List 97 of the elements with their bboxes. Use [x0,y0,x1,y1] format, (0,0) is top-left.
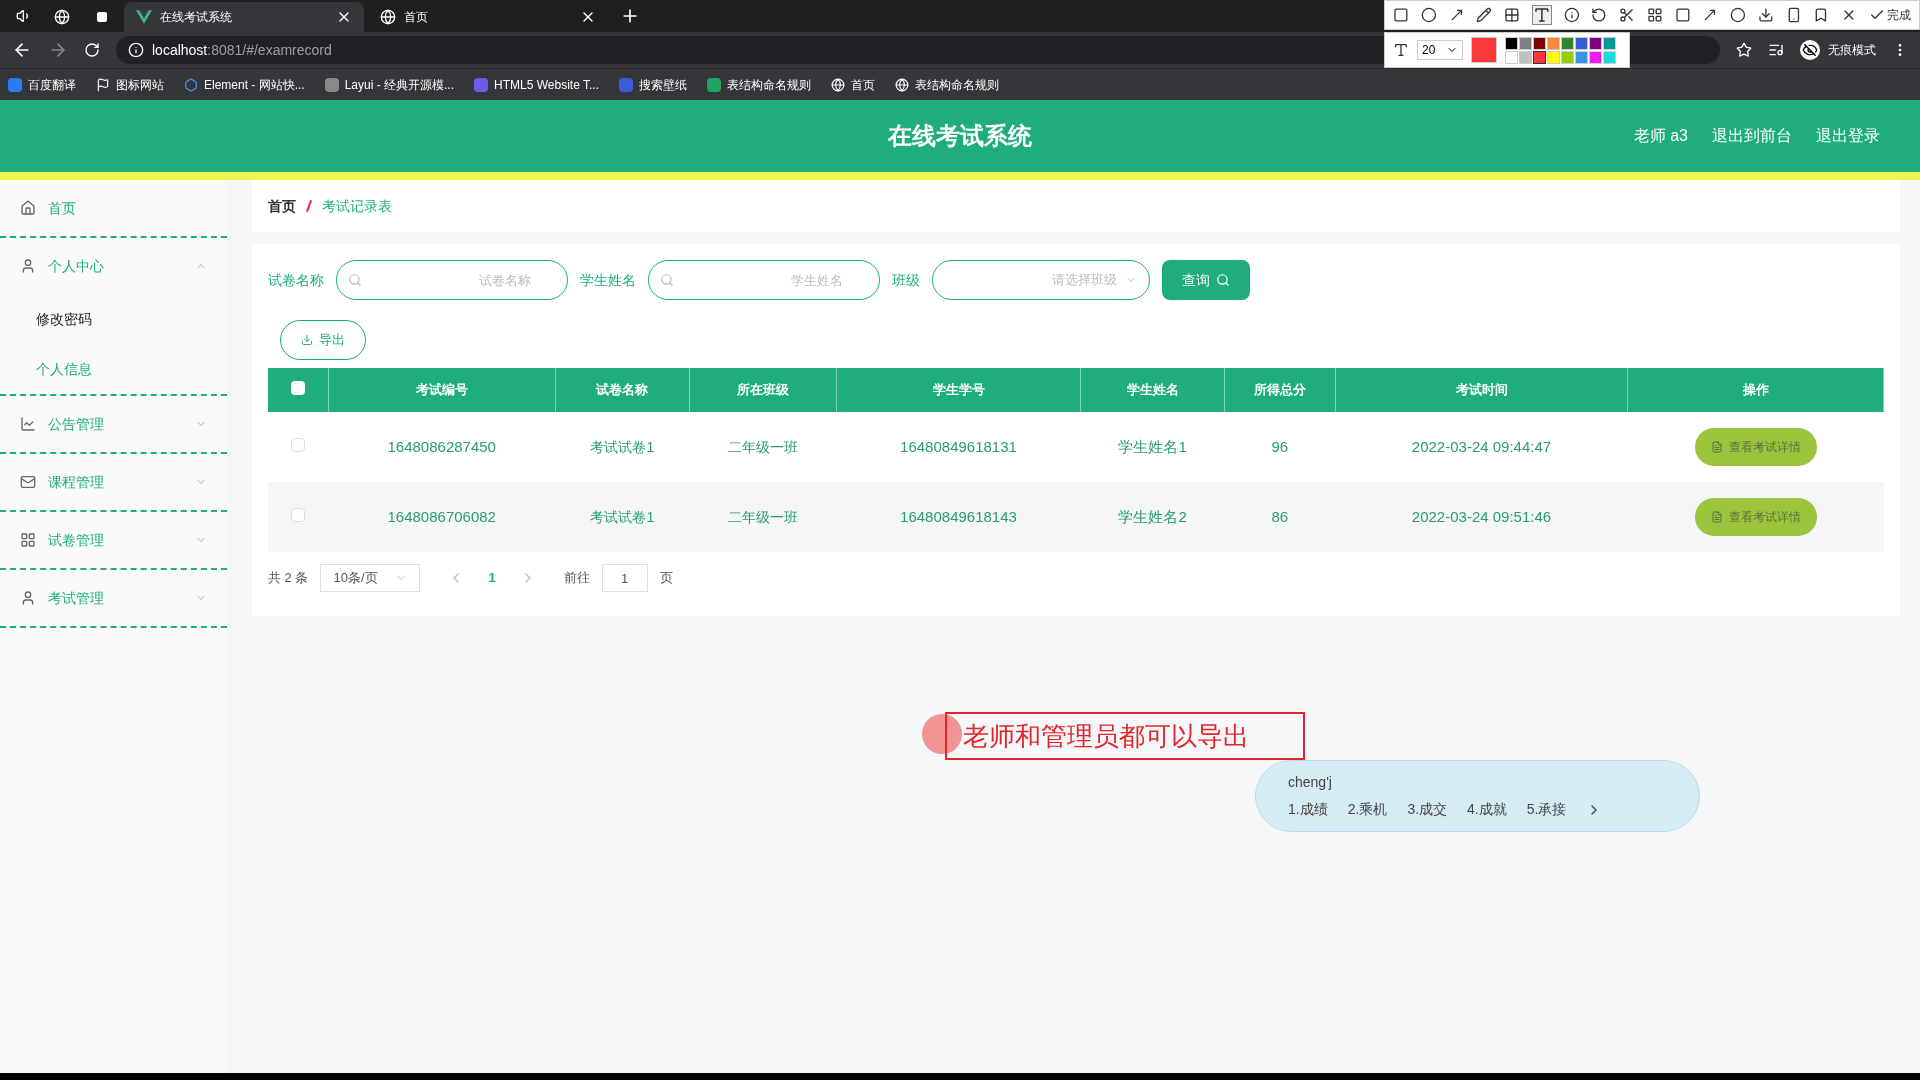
tab-title: 在线考试系统 [160,9,233,26]
document-icon [1710,511,1723,523]
color-swatch[interactable] [1533,50,1546,64]
globe-icon [831,77,845,92]
reload-icon[interactable] [84,42,100,58]
url-text: localhost:8081/#/examrecord [152,40,332,60]
table-cell: 96 [1224,412,1336,482]
bookmark[interactable]: 首页 [831,75,875,94]
rectangle-tool-icon[interactable] [1393,7,1409,23]
bookmark[interactable]: 表结构命名规则 [895,75,999,94]
filter-label: 班级 [892,270,920,290]
bookmark[interactable]: 表结构命名规则 [707,75,811,94]
user-icon [20,590,36,606]
table-cell: 1648086706082 [328,482,556,552]
breadcrumb-separator [306,200,312,212]
window-icon [94,11,110,23]
page-size-select[interactable]: 10条/页 [320,564,421,592]
header-checkbox[interactable] [290,380,305,395]
globe-icon [54,9,70,25]
download-icon [301,334,313,346]
search-icon [660,273,674,287]
user-icon [20,258,36,274]
search-field[interactable]: 学生姓名 [648,260,880,300]
download-icon[interactable] [1757,7,1774,23]
text-tool-icon[interactable] [1531,5,1552,25]
media-icon[interactable] [1768,42,1784,58]
font-icon [1393,42,1409,58]
current-color[interactable] [1471,37,1497,63]
filter-label: 学生姓名 [580,270,636,290]
bookmark[interactable]: 百度翻译 [8,75,76,94]
flag-icon [96,77,110,92]
hexagon-icon [184,77,198,92]
submenu-item[interactable]: 修改密码 [0,294,227,344]
ime-composition-text: cheng'j [1288,773,1332,792]
bookmark[interactable]: HTML5 Website T... [474,75,599,94]
search-field[interactable]: 试卷名称 [336,260,568,300]
row-checkbox[interactable] [291,507,305,522]
bookmark[interactable]: 图标网站 [96,75,164,94]
annotation-text: 老师和管理员都可以导出 [945,712,1305,760]
favicon-icon [474,77,489,92]
globe-icon [895,77,909,92]
bookmark[interactable]: Element - 网站快... [184,75,305,94]
table-cell: 16480849618131 [836,412,1081,482]
page-unit: 页 [659,569,673,588]
chart-icon [20,416,36,432]
table-cell: 学生姓名2 [1080,482,1225,552]
incognito-badge[interactable]: 无痕模式 [1800,40,1876,60]
star-icon[interactable] [1736,42,1752,58]
row-checkbox[interactable] [291,437,305,452]
document-icon [1710,441,1723,453]
table-cell: 考试试卷1 [555,412,690,482]
ime-candidate[interactable]: 2.乘机 [1347,799,1388,820]
table-cell: 学生姓名1 [1080,412,1225,482]
favicon-icon [619,77,633,92]
bookmark[interactable]: Layui - 经典开源模... [324,75,455,94]
cursor-highlight [922,714,962,754]
globe-icon [380,9,396,25]
tab-title: 首页 [404,9,429,26]
breadcrumb-item[interactable]: 首页 [268,195,296,217]
ime-candidate[interactable]: 5.承接 [1526,799,1567,820]
search-icon [348,273,362,287]
table-cell: 考试试卷1 [555,482,690,552]
goto-label: 前往 [563,569,590,588]
home-icon [20,200,36,216]
table-cell: 2022-03-24 09:44:47 [1335,412,1628,482]
vue-logo-icon [136,9,152,25]
total-count: 共 2 条 [268,569,309,588]
bookmark[interactable]: 搜索壁纸 [619,75,687,94]
done-button[interactable]: 完成 [1869,6,1911,24]
table-cell: 2022-03-24 09:51:46 [1335,482,1628,552]
mail-icon [20,474,36,490]
font-size-select[interactable]: 20 [1417,40,1463,60]
ime-candidate[interactable]: 3.成交 [1407,799,1448,820]
favicon-icon [8,77,22,92]
undo-icon[interactable] [1591,7,1608,23]
pencil-tool-icon[interactable] [1476,7,1493,23]
table-cell: 二年级一班 [689,482,837,552]
browser-tab[interactable]: 在线考试系统 [124,2,364,32]
table-cell: 86 [1224,482,1336,552]
filter-label: 试卷名称 [268,270,324,290]
ime-candidate[interactable]: 1.成绩 [1288,799,1328,820]
browser-tab[interactable]: 首页 [368,2,608,32]
ellipse-tool-icon[interactable] [1420,7,1437,23]
incognito-icon [1800,40,1820,60]
table-cell: 1648086287450 [328,412,556,482]
site-title: 在线考试系统 [888,121,1032,151]
page-input[interactable]: 1 [601,564,648,592]
favicon-icon [707,77,721,92]
scissors-icon[interactable] [1619,7,1635,23]
info-icon[interactable] [128,42,144,58]
favicon-icon [324,77,339,92]
table-cell: 二年级一班 [689,412,837,482]
mosaic-tool-icon[interactable] [1504,7,1520,23]
grid-icon [20,532,36,548]
table-cell: 16480849618143 [836,482,1081,552]
search-icon [1216,273,1230,287]
ime-candidate[interactable]: 4.成就 [1467,799,1507,820]
